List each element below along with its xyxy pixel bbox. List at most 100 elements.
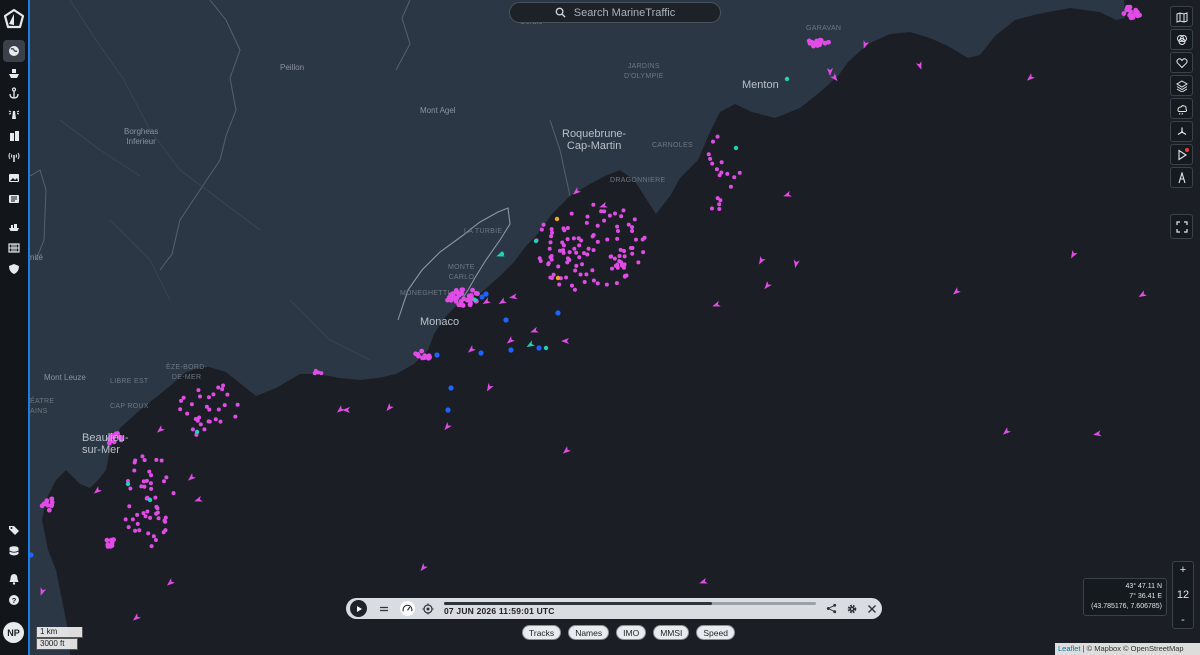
- zoom-in-button[interactable]: +: [1173, 564, 1193, 576]
- vessel-marker[interactable]: [473, 290, 479, 296]
- vessel-marker[interactable]: [213, 417, 218, 422]
- vessel-marker[interactable]: [590, 268, 595, 273]
- vessel-marker[interactable]: [153, 538, 158, 543]
- vessel-marker[interactable]: [453, 288, 459, 293]
- vessel-marker[interactable]: [202, 427, 207, 432]
- vessel-marker[interactable]: [584, 220, 589, 225]
- vessel-marker[interactable]: [161, 479, 166, 484]
- vessel-marker[interactable]: [135, 521, 140, 526]
- vessel-marker[interactable]: [434, 352, 440, 358]
- vessel-marker[interactable]: [630, 228, 635, 233]
- vessel-marker[interactable]: [194, 429, 200, 435]
- vessel-marker[interactable]: [426, 355, 431, 361]
- vessel-marker[interactable]: [732, 175, 737, 180]
- vessel-marker[interactable]: [630, 251, 635, 256]
- vessel-marker[interactable]: [595, 223, 600, 228]
- vessel-marker[interactable]: [618, 247, 623, 252]
- vessel-marker[interactable]: [181, 395, 186, 400]
- vessel-marker[interactable]: [221, 383, 226, 388]
- vessel-marker[interactable]: [149, 486, 154, 491]
- vessel-marker[interactable]: [153, 495, 158, 500]
- vessel-marker[interactable]: [126, 525, 131, 530]
- vessel-marker[interactable]: [573, 268, 578, 273]
- vessel-marker[interactable]: [171, 491, 176, 496]
- sidebar-item-vessels[interactable]: [4, 64, 24, 82]
- weather-button[interactable]: [1170, 98, 1193, 119]
- vessel-marker[interactable]: [572, 246, 577, 251]
- vessel-marker[interactable]: [612, 256, 617, 261]
- vessel-marker[interactable]: [448, 385, 454, 391]
- vessel-marker[interactable]: [717, 202, 722, 207]
- vessel-marker[interactable]: [211, 392, 216, 397]
- vessel-marker[interactable]: [565, 237, 570, 242]
- vessel-marker[interactable]: [151, 534, 156, 539]
- layers-button[interactable]: [1170, 75, 1193, 96]
- vessel-marker[interactable]: [641, 250, 646, 255]
- vessel-marker[interactable]: [143, 514, 148, 519]
- vessel-marker[interactable]: [105, 542, 111, 548]
- sidebar-item-companies[interactable]: [4, 127, 24, 145]
- play-route-button[interactable]: [1170, 144, 1193, 165]
- vessel-marker[interactable]: [569, 283, 574, 288]
- vessel-marker[interactable]: [128, 486, 133, 491]
- vessel-marker[interactable]: [561, 226, 566, 231]
- vessel-marker[interactable]: [132, 468, 137, 473]
- vessel-marker[interactable]: [613, 211, 618, 216]
- vessel-marker[interactable]: [457, 302, 463, 308]
- vessel-marker[interactable]: [561, 243, 566, 248]
- vessel-marker[interactable]: [571, 236, 576, 241]
- vessel-marker[interactable]: [536, 345, 542, 351]
- vessel-marker[interactable]: [550, 230, 555, 235]
- vessel-marker[interactable]: [556, 264, 561, 269]
- vessel-marker[interactable]: [595, 239, 600, 244]
- vessel-marker[interactable]: [319, 371, 324, 376]
- vessel-marker[interactable]: [622, 262, 627, 267]
- vessel-marker[interactable]: [159, 458, 164, 463]
- chip-names[interactable]: Names: [568, 625, 610, 640]
- vessel-marker[interactable]: [218, 419, 223, 424]
- measure-button[interactable]: [1170, 167, 1193, 188]
- vessel-marker[interactable]: [164, 475, 169, 480]
- map-options-button[interactable]: [1170, 6, 1193, 27]
- vessel-marker[interactable]: [468, 293, 474, 298]
- vessel-marker[interactable]: [615, 236, 620, 241]
- vessel-marker[interactable]: [549, 234, 554, 239]
- vessel-marker[interactable]: [220, 387, 225, 392]
- vessel-marker[interactable]: [178, 407, 183, 412]
- search-bar[interactable]: Search MarineTraffic: [509, 2, 721, 23]
- vessel-marker[interactable]: [539, 227, 544, 232]
- vessel-marker[interactable]: [549, 227, 554, 232]
- vessel-marker[interactable]: [554, 216, 560, 222]
- vessel-marker[interactable]: [207, 407, 212, 412]
- vessel-marker[interactable]: [39, 503, 45, 509]
- vessel-marker[interactable]: [156, 516, 161, 521]
- vessel-marker[interactable]: [533, 238, 539, 244]
- marinetraffic-logo-icon[interactable]: [3, 8, 25, 30]
- vessel-marker[interactable]: [222, 403, 227, 408]
- vessel-marker[interactable]: [130, 517, 135, 522]
- vessel-marker[interactable]: [216, 407, 221, 412]
- sidebar-item-photos[interactable]: [4, 169, 24, 187]
- zoom-out-button[interactable]: -: [1173, 614, 1193, 626]
- fullscreen-button[interactable]: [1170, 214, 1193, 239]
- vessel-marker[interactable]: [630, 225, 635, 230]
- vessel-marker[interactable]: [198, 422, 203, 427]
- vessel-marker[interactable]: [464, 297, 470, 303]
- avatar[interactable]: NP: [3, 622, 24, 643]
- vessel-marker[interactable]: [574, 263, 579, 268]
- sidebar-item-news[interactable]: [4, 190, 24, 208]
- vessel-marker[interactable]: [546, 262, 551, 267]
- vessel-marker[interactable]: [459, 287, 465, 293]
- vessel-marker[interactable]: [44, 498, 50, 504]
- vessel-marker[interactable]: [154, 504, 159, 509]
- vessel-marker[interactable]: [543, 345, 549, 351]
- vessel-marker[interactable]: [135, 512, 140, 517]
- sidebar-item-tags[interactable]: [4, 521, 24, 539]
- vessel-marker[interactable]: [142, 484, 147, 489]
- vessel-marker[interactable]: [127, 504, 132, 509]
- vessel-marker[interactable]: [419, 348, 425, 354]
- vessel-marker[interactable]: [733, 145, 739, 151]
- sidebar-item-ports[interactable]: [4, 84, 24, 102]
- vessel-marker[interactable]: [225, 392, 230, 397]
- vessel-marker[interactable]: [615, 262, 620, 267]
